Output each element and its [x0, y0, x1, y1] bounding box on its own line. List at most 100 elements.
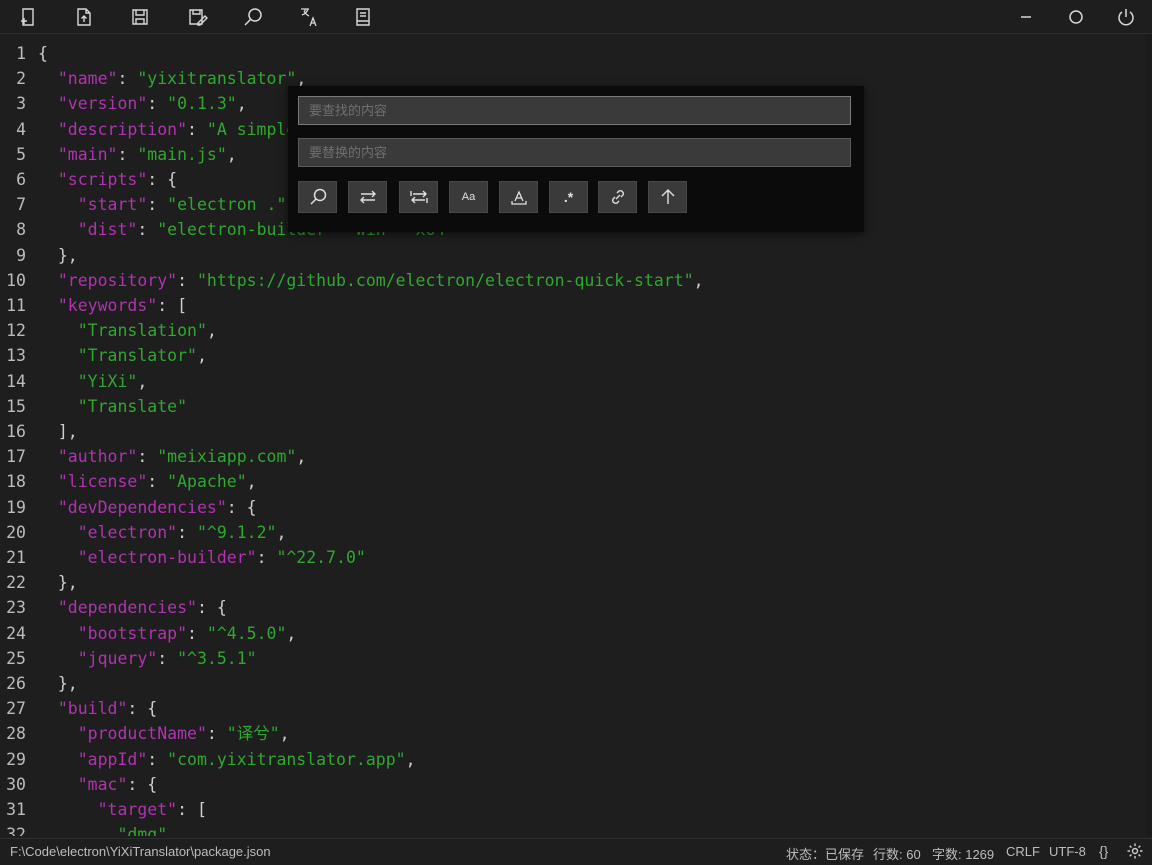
translate-icon[interactable]	[296, 4, 322, 30]
code-text: "main": "main.js",	[38, 142, 237, 167]
punctuation-token	[38, 145, 58, 164]
punctuation-token: : {	[147, 170, 178, 189]
json-string-token: "Translate"	[77, 396, 188, 416]
punctuation-token: :	[177, 522, 197, 542]
line-number: 11	[6, 296, 26, 315]
code-line[interactable]: 32 "dmg"	[0, 822, 1140, 836]
eol-selector[interactable]: CRLF	[1006, 844, 1040, 859]
punctuation-token: : {	[127, 774, 158, 794]
punctuation-token	[38, 750, 78, 769]
open-file-icon[interactable]	[71, 4, 97, 30]
json-string-token: "A simple	[206, 119, 297, 139]
minimize-icon[interactable]	[1013, 4, 1039, 30]
punctuation-token	[38, 548, 78, 567]
code-line[interactable]: 24 "bootstrap": "^4.5.0",	[0, 621, 1140, 646]
punctuation-token	[38, 624, 78, 643]
json-key-token: "electron"	[77, 522, 178, 542]
replace-input[interactable]	[298, 138, 851, 167]
punctuation-token	[38, 69, 58, 88]
new-file-icon[interactable]	[15, 4, 41, 30]
maximize-icon[interactable]	[1063, 4, 1089, 30]
code-line[interactable]: 21 "electron-builder": "^22.7.0"	[0, 545, 1140, 570]
find-previous-button[interactable]	[648, 181, 687, 213]
gear-icon[interactable]	[1126, 842, 1144, 860]
code-line[interactable]: 23 "dependencies": {	[0, 595, 1140, 620]
code-line[interactable]: 27 "build": {	[0, 696, 1140, 721]
punctuation-token: :	[137, 447, 158, 467]
format-button[interactable]: {}	[1099, 843, 1108, 859]
code-line[interactable]: 25 "jquery": "^3.5.1"	[0, 646, 1140, 671]
code-line[interactable]: 26 },	[0, 671, 1140, 696]
line-number: 12	[6, 321, 26, 341]
link-button[interactable]	[598, 181, 637, 213]
code-text: "version": "0.1.3",	[38, 91, 247, 116]
line-number: 22	[6, 573, 26, 593]
line-number: 17	[6, 447, 26, 467]
punctuation-token: :	[137, 220, 158, 240]
code-line[interactable]: 17 "author": "meixiapp.com",	[0, 444, 1140, 469]
code-line[interactable]: 15 "Translate"	[0, 394, 1140, 419]
code-text: "target": [	[38, 797, 207, 822]
code-line[interactable]: 14 "YiXi",	[0, 369, 1140, 394]
punctuation-token: ,	[206, 321, 217, 341]
code-line[interactable]: 1{	[0, 41, 1140, 66]
link-icon	[611, 190, 624, 204]
punctuation-token	[38, 346, 78, 365]
code-text: "Translator",	[38, 343, 207, 368]
json-string-token: "https://github.com/electron/electron-qu…	[196, 270, 694, 290]
line-number: 27	[6, 699, 26, 719]
editor-scrollbar[interactable]	[1146, 34, 1152, 836]
code-line[interactable]: 9 },	[0, 243, 1140, 268]
regex-button[interactable]: .*	[549, 181, 588, 213]
whole-word-button[interactable]	[499, 181, 538, 213]
code-line[interactable]: 18 "license": "Apache",	[0, 469, 1140, 494]
punctuation-token: : {	[196, 598, 227, 618]
punctuation-token	[38, 94, 58, 113]
json-string-token: "Apache"	[167, 472, 247, 492]
punctuation-token: :	[187, 119, 207, 139]
code-text: "appId": "com.yixitranslator.app",	[38, 747, 416, 772]
punctuation-token: },	[38, 573, 78, 593]
replace-all-button[interactable]	[399, 181, 438, 213]
search-icon[interactable]	[240, 4, 266, 30]
code-line[interactable]: 13 "Translator",	[0, 343, 1140, 368]
punctuation-token: ,	[276, 522, 287, 542]
code-line[interactable]: 11 "keywords": [	[0, 293, 1140, 318]
find-button[interactable]	[298, 181, 337, 213]
code-line[interactable]: 16 ],	[0, 419, 1140, 444]
code-text: "license": "Apache",	[38, 469, 257, 494]
line-number: 21	[6, 548, 26, 567]
book-icon[interactable]	[350, 4, 376, 30]
code-text: "Translate"	[38, 394, 187, 419]
save-as-icon[interactable]	[184, 4, 210, 30]
punctuation-token	[38, 271, 58, 290]
punctuation-token: :	[147, 195, 168, 215]
code-line[interactable]: 29 "appId": "com.yixitranslator.app",	[0, 747, 1140, 772]
punctuation-token: :	[157, 648, 178, 668]
match-case-button[interactable]: Aa	[449, 181, 488, 213]
save-icon[interactable]	[127, 4, 153, 30]
json-key-token: "productName"	[77, 724, 207, 744]
json-string-token: "com.yixitranslator.app"	[167, 749, 406, 769]
power-icon[interactable]	[1113, 4, 1139, 30]
code-line[interactable]: 19 "devDependencies": {	[0, 495, 1140, 520]
line-number: 9	[16, 245, 26, 265]
code-line[interactable]: 28 "productName": "译兮",	[0, 721, 1140, 746]
code-text: "electron": "^9.1.2",	[38, 520, 287, 545]
code-line[interactable]: 31 "target": [	[0, 797, 1140, 822]
code-line[interactable]: 20 "electron": "^9.1.2",	[0, 520, 1140, 545]
code-line[interactable]: 10 "repository": "https://github.com/ele…	[0, 268, 1140, 293]
code-line[interactable]: 22 },	[0, 570, 1140, 595]
line-number: 6	[16, 170, 26, 189]
find-input[interactable]	[298, 96, 851, 125]
line-number: 2	[16, 69, 26, 89]
code-text: "author": "meixiapp.com",	[38, 444, 306, 469]
code-line[interactable]: 12 "Translation",	[0, 318, 1140, 343]
replace-button[interactable]	[348, 181, 387, 213]
toolbar	[0, 0, 1152, 34]
encoding-selector[interactable]: UTF-8	[1049, 844, 1086, 859]
code-line[interactable]: 30 "mac": {	[0, 772, 1140, 797]
json-key-token: "jquery"	[77, 648, 158, 668]
punctuation-token	[38, 825, 117, 836]
code-text: },	[38, 570, 78, 595]
